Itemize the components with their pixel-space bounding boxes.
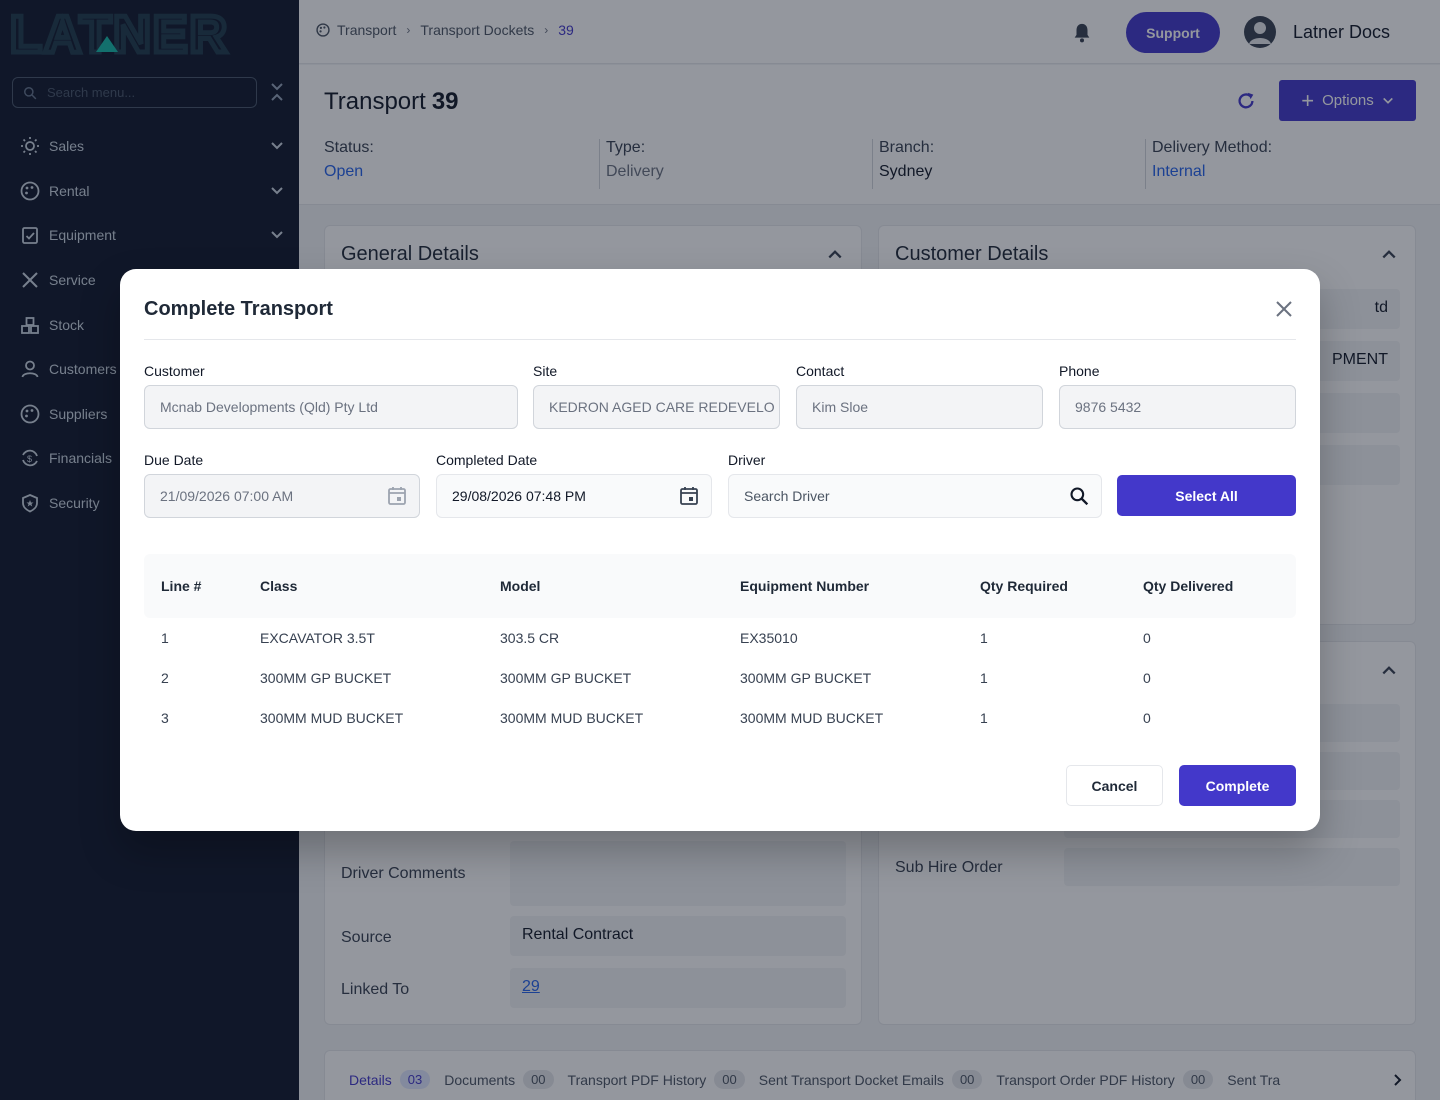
cell-qty-required: 1 [980,630,988,646]
transport-lines-table: Line # Class Model Equipment Number Qty … [144,554,1296,738]
phone-value: 9876 5432 [1075,399,1142,415]
contact-label: Contact [796,363,845,379]
cell-class: EXCAVATOR 3.5T [260,630,375,646]
site-value: KEDRON AGED CARE REDEVELO [549,399,775,415]
select-all-button[interactable]: Select All [1117,475,1296,516]
calendar-icon [388,487,406,505]
cancel-button[interactable]: Cancel [1066,765,1163,806]
completed-date-value: 29/08/2026 07:48 PM [452,488,586,504]
table-header: Line # Class Model Equipment Number Qty … [144,554,1296,618]
cell-qty-delivered: 0 [1143,710,1151,726]
customer-label: Customer [144,363,205,379]
driver-search-placeholder: Search Driver [744,488,830,504]
completed-date-label: Completed Date [436,452,538,468]
site-label: Site [533,363,558,379]
column-header: Model [500,578,541,594]
cell-model: 303.5 CR [500,630,560,646]
contact-value: Kim Sloe [812,399,869,415]
column-header: Qty Delivered [1143,578,1234,594]
due-date-label: Due Date [144,452,204,468]
cell-qty-required: 1 [980,670,988,686]
due-date-field: 21/09/2026 07:00 AM [144,474,420,518]
complete-transport-modal: Complete Transport Customer Mcnab Develo… [120,269,1320,831]
close-icon [1276,301,1292,317]
customer-value: Mcnab Developments (Qld) Pty Ltd [160,399,378,415]
customer-field: Mcnab Developments (Qld) Pty Ltd [144,385,518,429]
calendar-icon[interactable] [679,486,699,506]
column-header: Qty Required [980,578,1068,594]
cell-equipment-number: 300MM GP BUCKET [740,670,872,686]
table-row[interactable]: 3 300MM MUD BUCKET 300MM MUD BUCKET 300M… [144,698,1296,738]
cell-equipment-number: EX35010 [740,630,798,646]
site-field: KEDRON AGED CARE REDEVELO [533,385,780,429]
cell-class: 300MM MUD BUCKET [260,710,404,726]
cell-qty-delivered: 0 [1143,630,1151,646]
cell-line: 2 [161,670,169,686]
cell-model: 300MM MUD BUCKET [500,710,644,726]
cell-qty-required: 1 [980,710,988,726]
phone-label: Phone [1059,363,1100,379]
cell-model: 300MM GP BUCKET [500,670,632,686]
modal-title: Complete Transport [144,298,333,320]
divider [144,339,1296,340]
cell-class: 300MM GP BUCKET [260,670,392,686]
close-button[interactable] [1274,299,1294,319]
column-header: Equipment Number [740,578,870,594]
table-row[interactable]: 1 EXCAVATOR 3.5T 303.5 CR EX35010 1 0 [144,618,1296,658]
column-header: Class [260,578,298,594]
driver-search-input[interactable]: Search Driver [728,474,1102,518]
column-header: Line # [161,578,202,594]
driver-label: Driver [728,452,766,468]
cell-line: 1 [161,630,169,646]
cell-line: 3 [161,710,169,726]
table-row[interactable]: 2 300MM GP BUCKET 300MM GP BUCKET 300MM … [144,658,1296,698]
phone-field: 9876 5432 [1059,385,1296,429]
cell-equipment-number: 300MM MUD BUCKET [740,710,884,726]
search-icon[interactable] [1069,486,1089,506]
contact-field: Kim Sloe [796,385,1043,429]
cell-qty-delivered: 0 [1143,670,1151,686]
completed-date-input[interactable]: 29/08/2026 07:48 PM [436,474,712,518]
due-date-value: 21/09/2026 07:00 AM [160,488,294,504]
complete-button[interactable]: Complete [1179,765,1296,806]
